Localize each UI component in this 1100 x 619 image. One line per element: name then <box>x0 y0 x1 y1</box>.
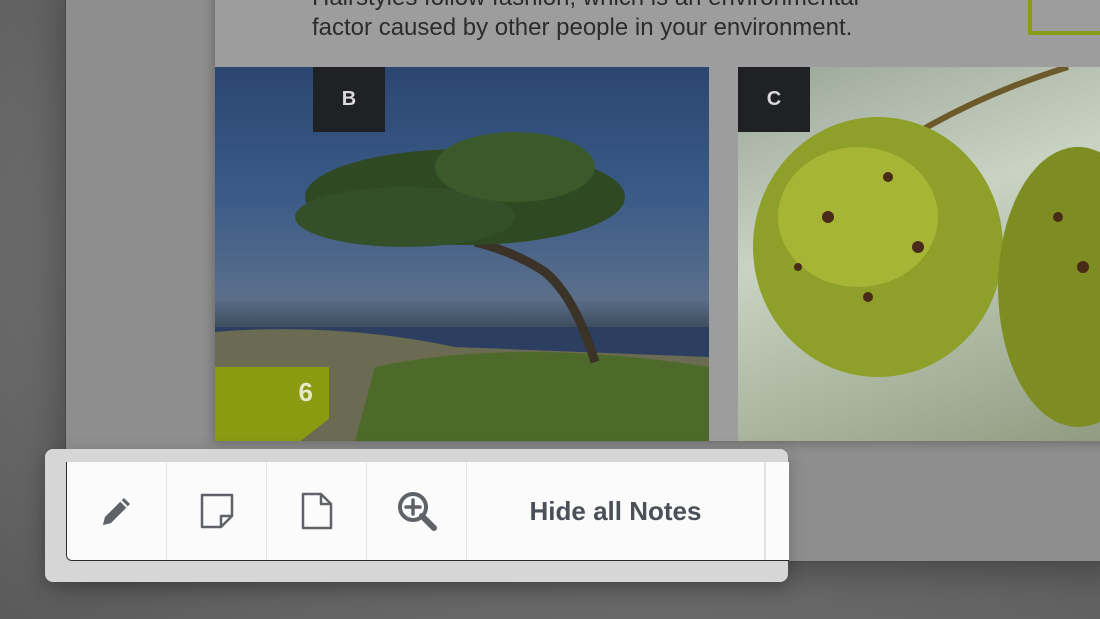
photo-c-label: C <box>738 67 810 132</box>
hide-all-notes-label: Hide all Notes <box>529 495 702 526</box>
page-number-badge: 6 <box>215 367 329 441</box>
zoom-in-button[interactable] <box>367 462 467 560</box>
page-text-line-2: factor caused by other people in your en… <box>312 14 853 41</box>
pencil-icon <box>102 498 130 525</box>
page-text-line-1: Hairstyles follow fashion, which is an e… <box>312 0 859 12</box>
page-note-button[interactable] <box>267 462 367 560</box>
document-page: Hairstyles follow fashion, which is an e… <box>215 0 1100 441</box>
zoom-in-icon <box>397 492 437 531</box>
sticky-note-icon <box>200 493 233 529</box>
photo-apples: C <box>738 67 1100 441</box>
photo-b-label: B <box>313 67 385 132</box>
pencil-button[interactable] <box>67 462 167 560</box>
annotation-toolbar: Hide all Notes <box>66 462 789 561</box>
hide-all-notes-button[interactable]: Hide all Notes <box>467 462 765 560</box>
page-frame-box <box>1028 0 1100 35</box>
photo-windswept-tree: B 6 <box>215 67 709 441</box>
sticky-note-button[interactable] <box>167 462 267 560</box>
page-number: 6 <box>298 377 313 407</box>
toolbar-spacer <box>765 462 789 560</box>
page-icon <box>301 492 332 530</box>
